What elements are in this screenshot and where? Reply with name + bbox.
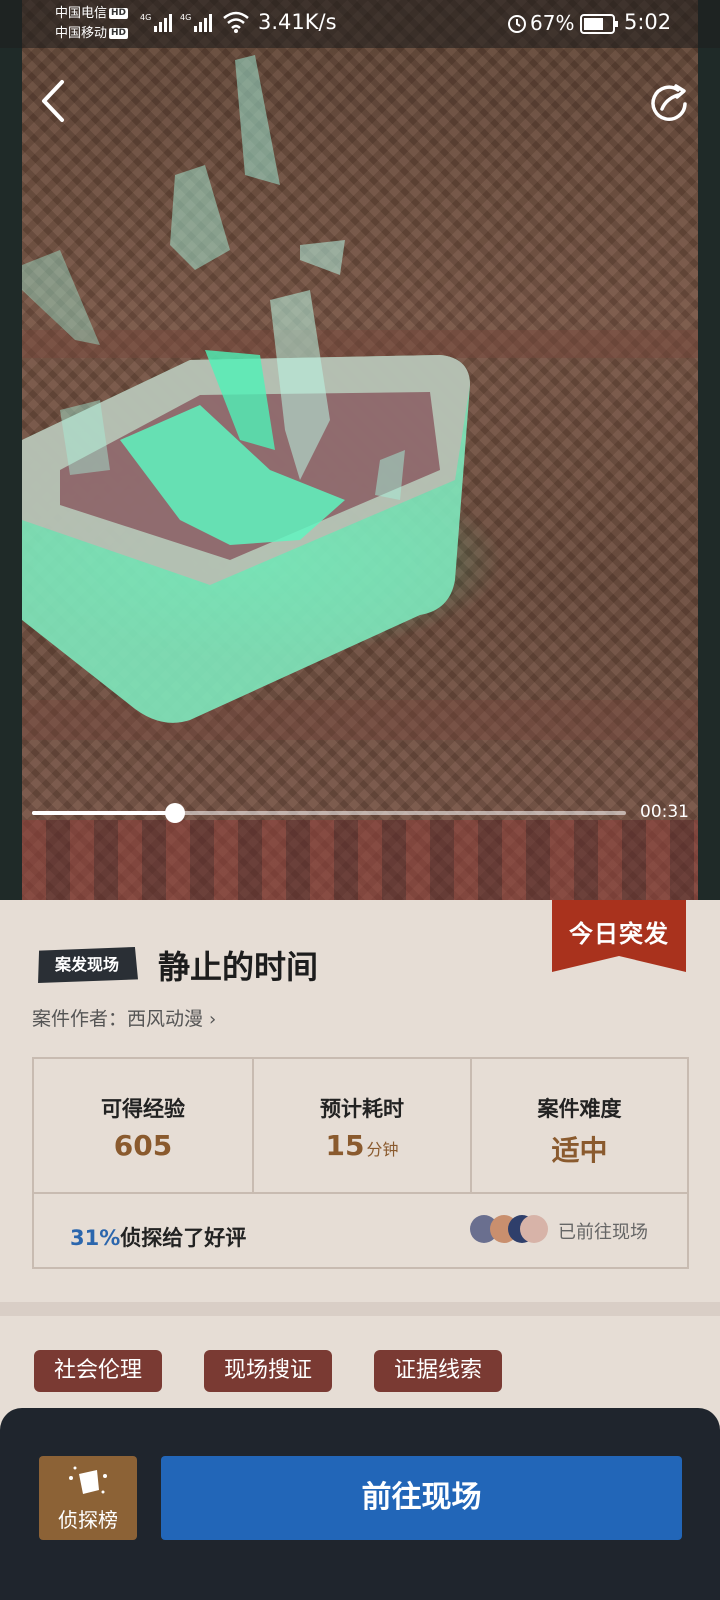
signal-icon: 4G — [140, 13, 172, 32]
case-title: 静止的时间 — [158, 948, 319, 986]
visited-label: 已前往现场 — [558, 1222, 648, 1243]
hd-badge: HD — [109, 8, 129, 19]
case-tag[interactable]: 证据线索 — [374, 1350, 503, 1392]
rating-row: 31%侦探给了好评 — [70, 1222, 246, 1252]
today-badge-label: 今日突发 — [569, 920, 669, 948]
video-frame-illustration — [22, 55, 470, 723]
chevron-right-icon: › — [209, 1009, 217, 1030]
back-button[interactable] — [36, 78, 72, 124]
rank-icon — [69, 1466, 107, 1494]
case-stats: 可得经验 605 预计耗时 15 分钟 案件难度 适中 31%侦探给了好评 已前往… — [32, 1057, 689, 1269]
stat-value: 15 分钟 — [325, 1129, 399, 1162]
network-speed: 3.41K/s — [258, 10, 337, 34]
svg-text:4G: 4G — [140, 13, 151, 22]
case-tag[interactable]: 现场搜证 — [204, 1350, 333, 1392]
stat-label: 案件难度 — [537, 1097, 622, 1121]
share-button[interactable] — [648, 82, 690, 124]
svg-text:4G: 4G — [180, 13, 191, 22]
stat-difficulty: 案件难度 适中 — [470, 1059, 687, 1192]
carrier-2: 中国移动 HD — [55, 26, 129, 41]
case-tag[interactable]: 社会伦理 — [34, 1350, 163, 1392]
author-name: 西风动漫 — [127, 1008, 204, 1030]
video-progress-thumb[interactable] — [164, 803, 185, 823]
stat-experience: 可得经验 605 — [34, 1059, 252, 1192]
author-label: 案件作者： — [32, 1008, 128, 1030]
alarm-icon — [508, 15, 526, 33]
scene-tag: 案发现场 — [38, 947, 138, 983]
stat-label: 预计耗时 — [320, 1097, 404, 1121]
status-bar: 中国电信 HD 中国移动 HD 4G 4G 3.41K/s 67% 5:02 — [0, 0, 720, 48]
rating-text: 侦探给了好评 — [120, 1226, 247, 1250]
go-to-scene-button[interactable]: 前往现场 — [161, 1456, 682, 1540]
stat-value: 605 — [113, 1129, 173, 1162]
video-progress-bar[interactable] — [32, 803, 626, 823]
video-progress-fill — [32, 811, 175, 815]
stat-duration: 预计耗时 15 分钟 — [252, 1059, 470, 1192]
stat-label: 可得经验 — [101, 1097, 185, 1121]
rank-label: 侦探榜 — [58, 1508, 118, 1532]
hd-badge: HD — [109, 28, 129, 39]
rating-percent: 31% — [70, 1226, 121, 1250]
battery-percent: 67% — [530, 11, 575, 35]
stat-value: 适中 — [551, 1134, 608, 1167]
battery-icon — [580, 14, 618, 34]
carrier-1: 中国电信 HD — [55, 6, 129, 21]
video-time: 00:31 — [640, 802, 689, 822]
signal-icon: 4G — [180, 13, 212, 32]
stat-unit: 分钟 — [366, 1140, 399, 1159]
video-player[interactable]: 中国电信 HD 中国移动 HD 4G 4G 3.41K/s 67% 5:02 0… — [0, 0, 720, 900]
clock: 5:02 — [624, 10, 672, 34]
divider — [34, 1192, 687, 1194]
section-divider — [0, 1302, 720, 1316]
author-link[interactable]: 案件作者：西风动漫 › — [32, 1004, 216, 1031]
detective-rank-button[interactable]: 侦探榜 — [39, 1456, 137, 1540]
chevron-left-icon — [42, 80, 64, 122]
wifi-icon — [223, 11, 249, 33]
share-icon — [651, 84, 687, 121]
visitor-avatars — [470, 1215, 548, 1243]
